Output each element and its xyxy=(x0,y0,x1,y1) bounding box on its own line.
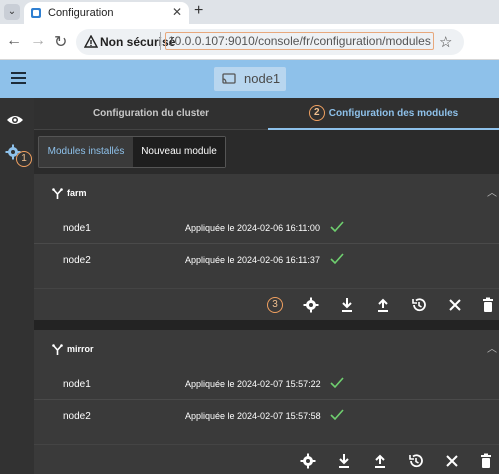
address-bar: ← → ↻ Non sécurisé 10.0.0.107:9010/conso… xyxy=(0,24,499,60)
browser-tab[interactable]: Configuration ✕ xyxy=(24,2,189,24)
download-icon[interactable] xyxy=(336,453,352,469)
module-name: farm xyxy=(67,188,87,198)
table-row: node2 Appliquée le 2024-02-07 15:57:58 xyxy=(34,402,499,432)
history-icon[interactable] xyxy=(408,453,424,469)
row-status: Appliquée le 2024-02-07 15:57:22 xyxy=(185,379,321,389)
module-panel: farm ︿ node1 Appliquée le 2024-02-06 16:… xyxy=(34,174,499,320)
module-panel: mirror ︿ node1 Appliquée le 2024-02-07 1… xyxy=(34,330,499,474)
branch-icon xyxy=(52,188,63,199)
eye-icon[interactable] xyxy=(6,114,24,126)
tab-list-chevron-icon[interactable]: ⌄ xyxy=(4,4,20,20)
step-badge-1: 1 xyxy=(16,151,32,167)
row-status: Appliquée le 2024-02-06 16:11:37 xyxy=(185,255,320,265)
forward-icon[interactable]: → xyxy=(30,32,46,50)
main-tabs: Configuration du cluster 2 Configuration … xyxy=(34,98,499,130)
node-selector[interactable]: node1 xyxy=(214,67,286,91)
table-row: node1 Appliquée le 2024-02-07 15:57:22 xyxy=(34,370,499,400)
row-node: node1 xyxy=(63,379,91,390)
upload-icon[interactable] xyxy=(372,453,388,469)
module-actions: 3 xyxy=(34,288,499,322)
chevron-up-icon[interactable]: ︿ xyxy=(487,340,497,355)
check-icon xyxy=(330,221,344,233)
tab-cluster-config[interactable]: Configuration du cluster xyxy=(34,98,268,130)
gear-icon[interactable] xyxy=(300,453,316,469)
row-status: Appliquée le 2024-02-06 16:11:00 xyxy=(185,223,320,233)
step-badge-2: 2 xyxy=(308,105,325,122)
module-header[interactable]: mirror ︿ xyxy=(34,330,499,366)
row-node: node2 xyxy=(63,255,91,266)
tab-cluster-label: Configuration du cluster xyxy=(92,108,210,119)
table-row: node2 Appliquée le 2024-02-06 16:11:37 xyxy=(34,246,499,276)
node-name: node1 xyxy=(244,71,281,86)
table-row: node1 Appliquée le 2024-02-06 16:11:00 xyxy=(34,214,499,244)
check-icon xyxy=(330,409,344,421)
module-subbar: Modules installés Nouveau module xyxy=(34,130,499,174)
warning-icon[interactable] xyxy=(84,35,98,49)
delete-icon[interactable] xyxy=(478,453,494,469)
url-text[interactable]: 10.0.0.107:9010/console/fr/configuration… xyxy=(165,32,434,50)
bookmark-star-icon[interactable]: ☆ xyxy=(439,33,452,51)
tab-modules-label: Configuration des modules xyxy=(328,108,459,119)
module-actions xyxy=(34,444,499,474)
upload-icon[interactable] xyxy=(375,297,391,313)
module-subtabs: Modules installés Nouveau module xyxy=(38,136,226,168)
row-node: node2 xyxy=(63,411,91,422)
step-badge-3: 3 xyxy=(267,297,283,313)
new-tab-icon[interactable]: + xyxy=(194,2,203,20)
history-icon[interactable] xyxy=(411,297,427,313)
close-icon[interactable] xyxy=(444,453,460,469)
tab-title: Configuration xyxy=(48,7,114,19)
omnibox[interactable]: Non sécurisé 10.0.0.107:9010/console/fr/… xyxy=(76,29,464,55)
subtab-new-module[interactable]: Nouveau module xyxy=(133,137,225,167)
check-icon xyxy=(330,377,344,389)
close-icon[interactable] xyxy=(447,297,463,313)
row-node: node1 xyxy=(63,223,91,234)
download-icon[interactable] xyxy=(339,297,355,313)
url-divider xyxy=(160,32,161,50)
menu-icon[interactable] xyxy=(11,72,26,84)
reload-icon[interactable]: ↻ xyxy=(54,32,67,52)
app-header: node1 xyxy=(0,60,499,98)
module-header[interactable]: farm ︿ xyxy=(34,174,499,210)
panel-separator xyxy=(34,320,499,330)
favicon-icon xyxy=(31,8,41,18)
tab-close-icon[interactable]: ✕ xyxy=(172,5,182,19)
branch-icon xyxy=(52,344,63,355)
delete-icon[interactable] xyxy=(480,297,496,313)
subtab-installed-modules[interactable]: Modules installés xyxy=(39,137,133,167)
browser-tabbar: ⌄ Configuration ✕ + xyxy=(0,0,499,24)
gear-icon[interactable] xyxy=(303,297,319,313)
module-name: mirror xyxy=(67,344,94,354)
chevron-up-icon[interactable]: ︿ xyxy=(487,184,497,199)
side-rail: 1 xyxy=(0,98,34,474)
back-icon[interactable]: ← xyxy=(6,32,22,50)
cast-icon xyxy=(222,73,236,84)
check-icon xyxy=(330,253,344,265)
tab-modules-config[interactable]: 2 Configuration des modules xyxy=(268,98,499,130)
row-status: Appliquée le 2024-02-07 15:57:58 xyxy=(185,411,321,421)
